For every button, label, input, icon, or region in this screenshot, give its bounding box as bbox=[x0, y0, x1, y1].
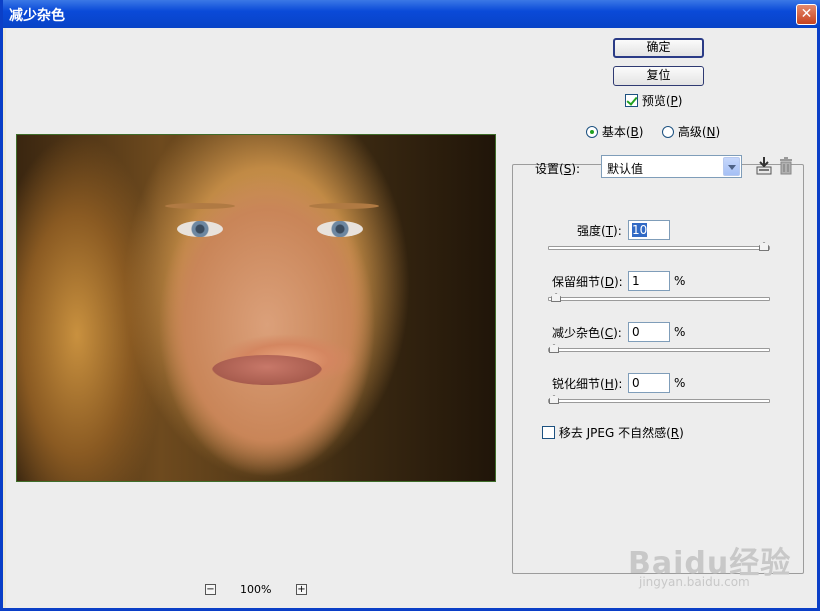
sharpen-details-unit: % bbox=[674, 376, 686, 390]
zoom-out-button[interactable]: − bbox=[205, 584, 216, 595]
sharpen-details-input[interactable]: 0 bbox=[628, 373, 670, 393]
settings-label-text: 设置( bbox=[535, 162, 564, 176]
settings-label: 设置(S): bbox=[535, 160, 580, 177]
sharpen-details-label-text: 锐化细节( bbox=[552, 377, 605, 391]
remove-jpeg-artifact-label: 移去 JPEG 不自然感( bbox=[558, 426, 671, 440]
strength-label-text: 强度( bbox=[577, 224, 606, 238]
remove-jpeg-artifact-hotkey: R bbox=[670, 426, 680, 440]
preview-label: 预览( bbox=[641, 94, 671, 108]
lips bbox=[212, 355, 322, 385]
preserve-details-unit: % bbox=[674, 274, 686, 288]
sharpen-details-label: 锐化细节(H): bbox=[552, 375, 622, 392]
preserve-details-hotkey: D bbox=[604, 275, 614, 289]
settings-label-suffix: ): bbox=[571, 162, 581, 176]
minus-icon: − bbox=[206, 584, 215, 595]
dialog-body: − 100% + 确定 复位 预览(P) 基本(B) 高级(N) 设置(S): … bbox=[6, 28, 817, 608]
baidu-watermark-url: jingyan.baidu.com bbox=[639, 575, 750, 589]
right-eye bbox=[317, 221, 363, 237]
preserve-details-value: 1 bbox=[632, 274, 640, 288]
preview-checkbox-row[interactable]: 预览(P) bbox=[625, 92, 682, 109]
reduce-color-noise-label-suffix: ): bbox=[613, 326, 622, 340]
basic-label: 基本( bbox=[601, 125, 631, 139]
reset-button[interactable]: 复位 bbox=[613, 66, 704, 86]
sharpen-details-label-suffix: ): bbox=[613, 377, 623, 391]
mode-advanced-radio-row[interactable]: 高级(N) bbox=[662, 123, 720, 140]
reduce-color-noise-unit: % bbox=[674, 325, 686, 339]
save-preset-icon[interactable] bbox=[755, 156, 773, 176]
title-bar[interactable]: 减少杂色 ✕ bbox=[3, 0, 820, 28]
strength-hotkey: T bbox=[605, 224, 614, 238]
preview-image[interactable] bbox=[16, 134, 496, 482]
advanced-label-suffix: ) bbox=[715, 125, 721, 139]
advanced-hotkey: N bbox=[706, 125, 716, 139]
preview-hotkey: P bbox=[670, 94, 678, 108]
plus-icon: + bbox=[297, 584, 306, 595]
preserve-details-input[interactable]: 1 bbox=[628, 271, 670, 291]
right-brow bbox=[309, 203, 379, 209]
close-icon: ✕ bbox=[800, 6, 813, 22]
basic-radio[interactable] bbox=[586, 126, 598, 138]
strength-label: 强度(T): bbox=[577, 222, 622, 239]
preview-label-suffix: ) bbox=[677, 94, 683, 108]
chevron-down-icon[interactable] bbox=[723, 157, 740, 176]
left-brow bbox=[165, 203, 235, 209]
sharpen-details-hotkey: H bbox=[604, 377, 614, 391]
left-eye bbox=[177, 221, 223, 237]
ok-button[interactable]: 确定 bbox=[613, 38, 704, 58]
preview-checkbox[interactable] bbox=[625, 94, 638, 107]
reduce-color-noise-label: 减少杂色(C): bbox=[552, 324, 622, 341]
preserve-details-label-suffix: ): bbox=[613, 275, 623, 289]
preserve-details-slider[interactable] bbox=[548, 293, 770, 302]
reduce-color-noise-value: 0 bbox=[632, 325, 640, 339]
reduce-color-noise-hotkey: C bbox=[604, 326, 614, 340]
remove-jpeg-artifact-checkbox[interactable] bbox=[542, 426, 555, 439]
settings-preset-value: 默认值 bbox=[607, 162, 644, 176]
remove-jpeg-artifact-row[interactable]: 移去 JPEG 不自然感(R) bbox=[542, 424, 684, 441]
remove-jpeg-artifact-label-suffix: ) bbox=[679, 426, 684, 440]
mode-basic-radio-row[interactable]: 基本(B) bbox=[586, 123, 643, 140]
strength-slider[interactable] bbox=[548, 242, 770, 251]
reduce-color-noise-label-text: 减少杂色( bbox=[552, 326, 605, 340]
sharpen-details-value: 0 bbox=[632, 376, 640, 390]
basic-hotkey: B bbox=[630, 125, 639, 139]
preserve-details-label-text: 保留细节( bbox=[552, 275, 605, 289]
advanced-radio[interactable] bbox=[662, 126, 674, 138]
sharpen-details-slider[interactable] bbox=[548, 395, 770, 404]
strength-input[interactable]: 10 bbox=[628, 220, 670, 240]
reduce-color-noise-input[interactable]: 0 bbox=[628, 322, 670, 342]
zoom-level: 100% bbox=[240, 583, 272, 596]
window-title: 减少杂色 bbox=[9, 8, 65, 24]
strength-label-suffix: ): bbox=[613, 224, 622, 238]
settings-preset-select[interactable]: 默认值 bbox=[601, 155, 742, 178]
preserve-details-label: 保留细节(D): bbox=[552, 273, 623, 290]
reduce-color-noise-slider[interactable] bbox=[548, 344, 770, 353]
advanced-label: 高级( bbox=[677, 125, 707, 139]
basic-label-suffix: ) bbox=[638, 125, 644, 139]
strength-value: 10 bbox=[632, 223, 648, 237]
close-button[interactable]: ✕ bbox=[796, 4, 817, 25]
zoom-in-button[interactable]: + bbox=[296, 584, 307, 595]
trash-icon[interactable] bbox=[779, 157, 793, 175]
dialog-window: 减少杂色 ✕ − 100% + 确定 复位 预览(P) 基本(B) 高级(N) … bbox=[0, 0, 820, 611]
